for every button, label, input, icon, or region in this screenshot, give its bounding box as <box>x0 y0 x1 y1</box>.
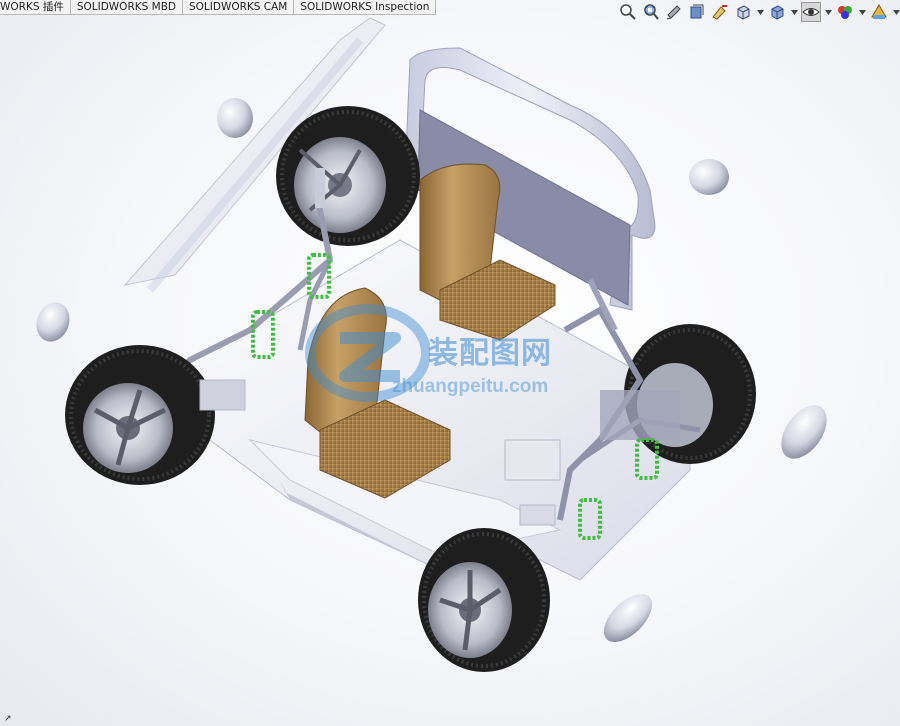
wheel-front-left <box>276 106 420 246</box>
dynamic-annotation-icon[interactable] <box>710 2 730 22</box>
tab-mbd[interactable]: SOLIDWORKS MBD <box>70 0 183 15</box>
zoom-to-fit-icon[interactable] <box>618 2 638 22</box>
apply-scene-dropdown[interactable] <box>892 2 900 22</box>
tab-addins[interactable]: WORKS 插件 <box>0 0 71 15</box>
section-view-icon[interactable] <box>687 2 707 22</box>
zoom-to-area-icon[interactable] <box>641 2 661 22</box>
wheel-rear-left <box>65 345 215 485</box>
hide-show-items-icon[interactable] <box>801 2 821 22</box>
tab-inspection[interactable]: SOLIDWORKS Inspection <box>294 0 437 15</box>
heads-up-view-toolbar <box>618 0 900 24</box>
edit-appearance-icon[interactable] <box>835 2 855 22</box>
previous-view-icon[interactable] <box>664 2 684 22</box>
command-manager-tabs: WORKS 插件 SOLIDWORKS MBD SOLIDWORKS CAM S… <box>0 0 437 15</box>
view-orientation-icon[interactable] <box>733 2 753 22</box>
display-style-dropdown[interactable] <box>790 2 798 22</box>
hide-show-items-dropdown[interactable] <box>824 2 832 22</box>
apply-scene-icon[interactable] <box>869 2 889 22</box>
coordinate-triad-mark: ↗ <box>4 713 12 723</box>
display-style-icon[interactable] <box>767 2 787 22</box>
tab-cam[interactable]: SOLIDWORKS CAM <box>182 0 295 15</box>
edit-appearance-dropdown[interactable] <box>858 2 866 22</box>
view-orientation-dropdown[interactable] <box>756 2 764 22</box>
graphics-area[interactable] <box>0 0 900 726</box>
wheel-front-right <box>418 528 550 672</box>
